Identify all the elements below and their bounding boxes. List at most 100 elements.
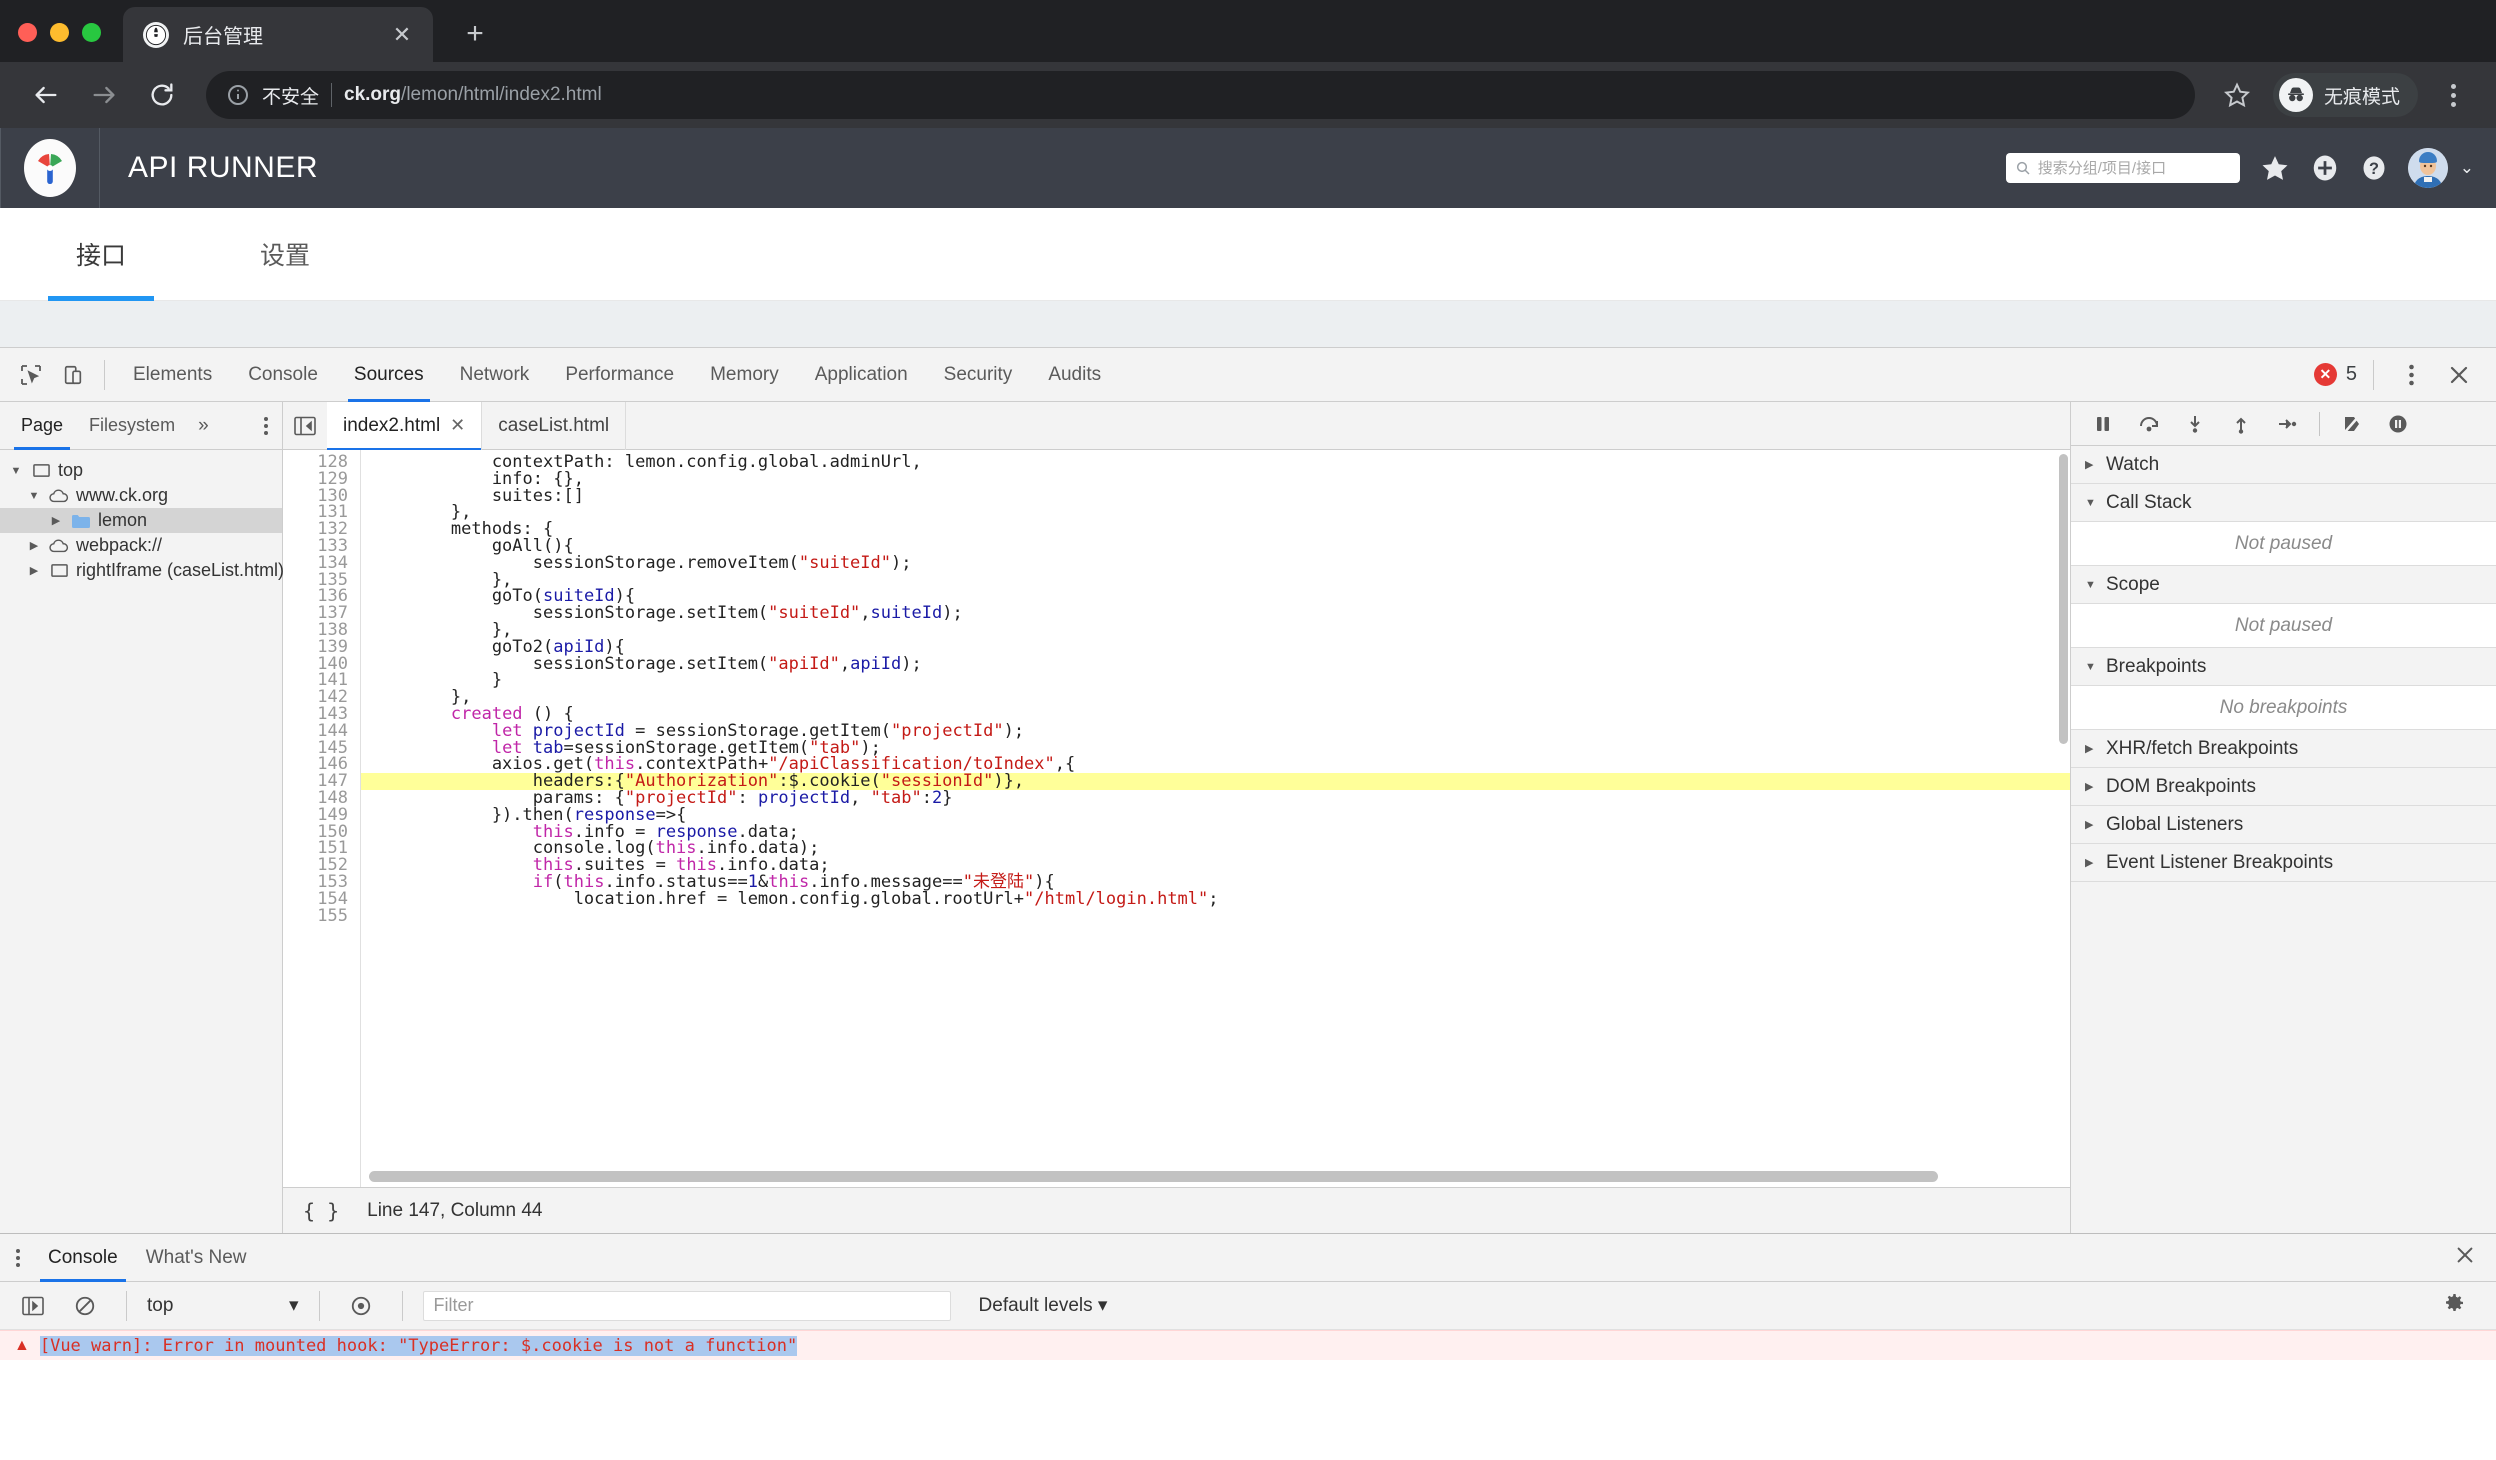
console-log-levels[interactable]: Default levels ▾: [979, 1294, 1108, 1317]
pause-resume-icon[interactable]: [2083, 404, 2123, 444]
maximize-window-button[interactable]: [82, 23, 101, 42]
info-icon[interactable]: [226, 83, 250, 107]
devtools-tab-application[interactable]: Application: [797, 348, 926, 402]
code-line[interactable]: sessionStorage.setItem("apiId",apiId);: [361, 655, 2070, 673]
caret-icon[interactable]: ▼: [8, 465, 24, 477]
drawer-tab-console[interactable]: Console: [34, 1234, 132, 1282]
code-line[interactable]: }: [361, 672, 2070, 689]
console-eye-filter-icon[interactable]: [340, 1285, 382, 1327]
incognito-indicator[interactable]: 无痕模式: [2272, 73, 2418, 117]
tab-settings[interactable]: 设置: [232, 208, 338, 301]
caret-icon[interactable]: ▶: [2085, 458, 2097, 471]
caret-icon[interactable]: ▼: [2085, 497, 2097, 509]
console-context-selector[interactable]: top ▾: [147, 1294, 299, 1317]
step-over-icon[interactable]: [2129, 404, 2169, 444]
code-line[interactable]: },: [361, 689, 2070, 706]
tree-item-webpack[interactable]: ▶ webpack://: [0, 533, 282, 558]
close-icon[interactable]: ✕: [387, 20, 417, 50]
editor-tab-index2[interactable]: index2.html ✕: [327, 401, 483, 451]
devtools-tab-memory[interactable]: Memory: [692, 348, 797, 402]
code-line[interactable]: methods: {: [361, 521, 2070, 538]
console-filter-input[interactable]: [433, 1295, 940, 1316]
chevron-down-icon[interactable]: ▾: [289, 1294, 299, 1317]
step-out-icon[interactable]: [2221, 404, 2261, 444]
code-content[interactable]: contextPath: lemon.config.global.adminUr…: [361, 450, 2070, 1187]
code-line[interactable]: location.href = lemon.config.global.root…: [361, 890, 2070, 908]
tree-item-top[interactable]: ▼ top: [0, 458, 282, 483]
new-tab-button[interactable]: +: [451, 10, 499, 58]
app-logo[interactable]: [1, 139, 99, 197]
caret-icon[interactable]: ▶: [26, 539, 42, 552]
console-settings-gear-icon[interactable]: [2442, 1291, 2484, 1320]
code-line[interactable]: [361, 908, 2070, 925]
caret-icon[interactable]: ▼: [2085, 661, 2097, 673]
debugger-section-scope[interactable]: ▼ Scope: [2071, 566, 2496, 604]
navigator-tab-page[interactable]: Page: [8, 402, 76, 450]
drawer-menu-icon[interactable]: [12, 1248, 34, 1267]
tree-item-lemon[interactable]: ▶ lemon: [0, 508, 282, 533]
tree-item-rightiframe[interactable]: ▶ rightIframe (caseList.html): [0, 558, 284, 583]
step-into-icon[interactable]: [2175, 404, 2215, 444]
drawer-close-icon[interactable]: [2454, 1244, 2496, 1271]
pause-on-exceptions-icon[interactable]: [2378, 404, 2418, 444]
console-sidebar-toggle-icon[interactable]: [12, 1285, 54, 1327]
console-error-row[interactable]: ▲ [Vue warn]: Error in mounted hook: "Ty…: [0, 1330, 2496, 1360]
code-line[interactable]: info: {},: [361, 470, 2070, 488]
devtools-tab-console[interactable]: Console: [230, 348, 336, 402]
window-controls[interactable]: [18, 23, 123, 62]
reload-icon[interactable]: [136, 69, 188, 121]
debugger-section-call-stack[interactable]: ▼ Call Stack: [2071, 484, 2496, 522]
step-icon[interactable]: [2267, 404, 2307, 444]
tab-interface[interactable]: 接口: [48, 208, 155, 301]
device-toolbar-icon[interactable]: [52, 354, 94, 396]
pretty-print-button[interactable]: { }: [297, 1199, 345, 1223]
debugger-section-watch[interactable]: ▶ Watch: [2071, 446, 2496, 484]
code-horizontal-scrollbar-track[interactable]: [369, 1171, 2056, 1182]
inspect-element-icon[interactable]: [10, 354, 52, 396]
debugger-section-breakpoints[interactable]: ▼ Breakpoints: [2071, 648, 2496, 686]
caret-icon[interactable]: ▶: [26, 564, 42, 577]
caret-icon[interactable]: ▶: [2085, 818, 2097, 831]
code-horizontal-scrollbar[interactable]: [369, 1171, 1938, 1182]
caret-icon[interactable]: ▶: [2085, 856, 2097, 869]
debugger-section-event-listener-breakpoints[interactable]: ▶ Event Listener Breakpoints: [2071, 844, 2496, 882]
chrome-menu-icon[interactable]: [2430, 72, 2476, 118]
caret-icon[interactable]: ▶: [48, 514, 64, 527]
collapse-navigator-icon[interactable]: [283, 402, 327, 450]
clear-console-icon[interactable]: [64, 1285, 106, 1327]
caret-icon[interactable]: ▶: [2085, 742, 2097, 755]
devtools-tab-sources[interactable]: Sources: [336, 348, 442, 402]
close-window-button[interactable]: [18, 23, 37, 42]
address-bar[interactable]: 不安全 ck.org/lemon/html/index2.html: [206, 71, 2195, 119]
code-line[interactable]: },: [361, 504, 2070, 521]
drawer-tab-whats-new[interactable]: What's New: [132, 1234, 261, 1282]
devtools-tab-audits[interactable]: Audits: [1030, 348, 1119, 402]
line-number[interactable]: 154: [283, 890, 360, 908]
navigator-more-icon[interactable]: »: [188, 415, 219, 437]
devtools-close-icon[interactable]: [2438, 354, 2480, 396]
favorites-star-icon[interactable]: [2260, 153, 2290, 183]
deactivate-breakpoints-icon[interactable]: [2332, 404, 2372, 444]
code-vertical-scrollbar[interactable]: [2059, 454, 2068, 744]
search-input[interactable]: [2037, 159, 2231, 177]
debugger-section-xhr-breakpoints[interactable]: ▶ XHR/fetch Breakpoints: [2071, 730, 2496, 768]
debugger-section-global-listeners[interactable]: ▶ Global Listeners: [2071, 806, 2496, 844]
debugger-section-dom-breakpoints[interactable]: ▶ DOM Breakpoints: [2071, 768, 2496, 806]
browser-tab[interactable]: 后台管理 ✕: [123, 7, 433, 62]
help-question-icon[interactable]: ?: [2360, 154, 2388, 182]
devtools-tab-performance[interactable]: Performance: [547, 348, 692, 402]
devtools-menu-icon[interactable]: [2390, 354, 2432, 396]
devtools-tab-network[interactable]: Network: [442, 348, 548, 402]
editor-tab-caselist[interactable]: caseList.html: [482, 401, 627, 450]
caret-icon[interactable]: ▼: [2085, 579, 2097, 591]
caret-icon[interactable]: ▶: [2085, 780, 2097, 793]
error-count-badge[interactable]: ✕ 5: [2313, 363, 2357, 386]
caret-icon[interactable]: ▼: [26, 490, 42, 502]
minimize-window-button[interactable]: [50, 23, 69, 42]
bookmark-star-icon[interactable]: [2213, 71, 2261, 119]
code-line[interactable]: suites:[]: [361, 487, 2070, 505]
back-icon[interactable]: [20, 69, 72, 121]
tree-item-www-ck-org[interactable]: ▼ www.ck.org: [0, 483, 282, 508]
code-line[interactable]: contextPath: lemon.config.global.adminUr…: [361, 454, 2070, 471]
code-line[interactable]: sessionStorage.setItem("suiteId",suiteId…: [361, 605, 2070, 622]
